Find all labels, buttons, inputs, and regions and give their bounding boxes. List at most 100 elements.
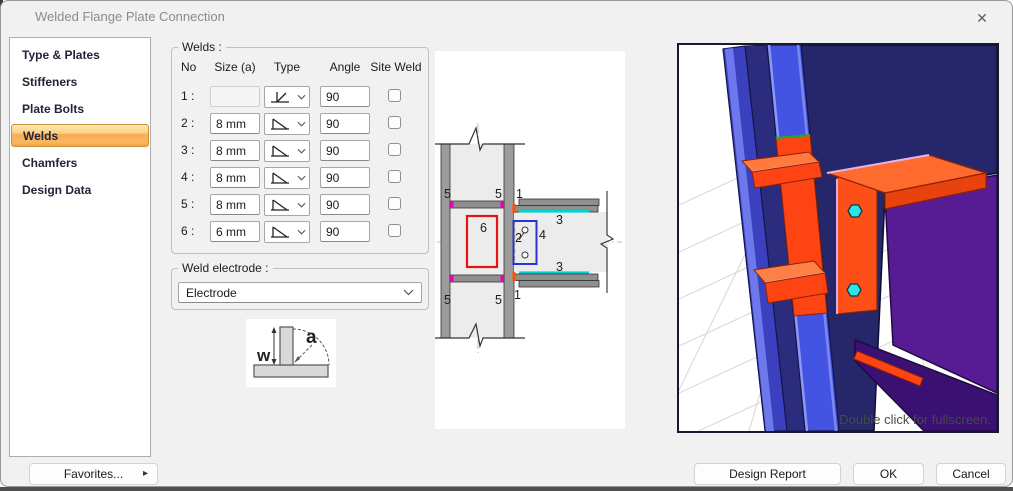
diagram-label: 5 (495, 187, 502, 201)
chevron-down-icon (297, 94, 306, 100)
weld-row-2: 2 : (172, 113, 428, 134)
weld-row-3: 3 : (172, 140, 428, 161)
weld-symbol-figure: w a (246, 319, 336, 387)
weld-electrode-group: Weld electrode : Electrode (171, 268, 429, 310)
connection-diagram-2d: 5 5 1 6 3 2 4 3 5 5 1 (435, 51, 625, 429)
fillet-weld-icon (268, 171, 292, 185)
diagram-label: 5 (444, 187, 451, 201)
sidebar-item-type-plates[interactable]: Type & Plates (10, 41, 150, 68)
double-fillet-weld-icon (268, 90, 292, 104)
model-3d-render (679, 45, 997, 431)
electrode-value: Electrode (186, 286, 237, 300)
size-input[interactable] (210, 221, 260, 242)
diagram-label: 3 (556, 260, 563, 274)
chevron-down-icon (297, 229, 306, 235)
design-report-button[interactable]: Design Report (694, 463, 841, 485)
sidebar-item-welds[interactable]: Welds (11, 124, 149, 147)
welds-group-title: Welds : (178, 40, 226, 54)
bolt-icon (847, 284, 861, 296)
row-label: 2 : (181, 116, 194, 130)
cancel-label: Cancel (952, 467, 989, 481)
diagram-label: 1 (514, 288, 521, 302)
diagram-label: 1 (516, 187, 523, 201)
site-weld-checkbox[interactable] (388, 197, 401, 210)
window-title: Welded Flange Plate Connection (35, 9, 225, 24)
weld-row-6: 6 : (172, 221, 428, 242)
sidebar-item-stiffeners[interactable]: Stiffeners (10, 68, 150, 95)
weld-row-5: 5 : (172, 194, 428, 215)
ok-label: OK (880, 467, 897, 481)
electrode-dropdown[interactable]: Electrode (178, 282, 422, 303)
diagram-label: 2 (515, 231, 522, 245)
background-window-strip (0, 487, 1013, 491)
weld-type-dropdown[interactable] (264, 140, 310, 162)
favorites-label: Favorites... (64, 467, 123, 481)
diagram-label: 4 (539, 228, 546, 242)
cancel-button[interactable]: Cancel (936, 463, 1006, 485)
angle-input[interactable] (320, 140, 370, 161)
angle-input[interactable] (320, 167, 370, 188)
col-size: Size (a) (210, 60, 260, 74)
diagram-label: 5 (495, 293, 502, 307)
row-label: 4 : (181, 170, 194, 184)
size-input[interactable] (210, 167, 260, 188)
row-label: 6 : (181, 224, 194, 238)
weld-type-dropdown[interactable] (264, 221, 310, 243)
diagram-label: 6 (480, 221, 487, 235)
site-weld-checkbox[interactable] (388, 89, 401, 102)
model-3d-view[interactable]: Double click for fullscreen. (677, 43, 999, 433)
sidebar-item-plate-bolts[interactable]: Plate Bolts (10, 95, 150, 122)
screen: Welded Flange Plate Connection ✕ Type & … (0, 0, 1013, 491)
angle-input[interactable] (320, 221, 370, 242)
fillet-weld-icon (268, 198, 292, 212)
site-weld-checkbox[interactable] (388, 224, 401, 237)
col-no: No (181, 60, 196, 74)
fillet-weld-icon (268, 144, 292, 158)
chevron-down-icon (403, 289, 414, 296)
col-type: Type (264, 60, 310, 74)
weld-type-dropdown[interactable] (264, 167, 310, 189)
fillet-weld-icon (268, 117, 292, 131)
site-weld-checkbox[interactable] (388, 143, 401, 156)
ok-button[interactable]: OK (853, 463, 924, 485)
col-angle: Angle (320, 60, 370, 74)
weld-row-4: 4 : (172, 167, 428, 188)
weld-row-1: 1 : (172, 86, 428, 107)
sidebar: Type & Plates Stiffeners Plate Bolts Wel… (9, 37, 151, 457)
weld-type-dropdown[interactable] (264, 194, 310, 216)
flyout-arrow-icon: ▸ (143, 468, 148, 479)
dialog-welded-flange-plate-connection: Welded Flange Plate Connection ✕ Type & … (0, 0, 1013, 487)
angle-input[interactable] (320, 113, 370, 134)
chevron-down-icon (297, 148, 306, 154)
chevron-down-icon (297, 121, 306, 127)
chevron-down-icon (297, 202, 306, 208)
row-label: 1 : (181, 89, 194, 103)
chevron-down-icon (297, 175, 306, 181)
site-weld-checkbox[interactable] (388, 170, 401, 183)
size-input (210, 86, 260, 107)
size-input[interactable] (210, 140, 260, 161)
weld-type-dropdown[interactable] (264, 113, 310, 135)
design-report-label: Design Report (729, 467, 806, 481)
welds-group: Welds : No Size (a) Type Angle Site Weld… (171, 47, 429, 254)
site-weld-checkbox[interactable] (388, 116, 401, 129)
favorites-button[interactable]: Favorites... ▸ (29, 463, 158, 485)
angle-input[interactable] (320, 194, 370, 215)
weld-electrode-group-title: Weld electrode : (178, 261, 273, 275)
col-site-weld: Site Weld (368, 60, 424, 74)
weld-type-dropdown[interactable] (264, 86, 310, 108)
size-input[interactable] (210, 113, 260, 134)
size-input[interactable] (210, 194, 260, 215)
weld-width-label: w (256, 346, 271, 365)
sidebar-item-design-data[interactable]: Design Data (10, 176, 150, 203)
diagram-label: 3 (556, 213, 563, 227)
angle-input[interactable] (320, 86, 370, 107)
sidebar-item-chamfers[interactable]: Chamfers (10, 149, 150, 176)
title-bar: Welded Flange Plate Connection ✕ (1, 1, 1012, 33)
bolt-icon (848, 205, 862, 217)
fullscreen-hint: Double click for fullscreen. (839, 412, 991, 427)
diagram-label: 5 (444, 293, 451, 307)
fillet-weld-icon (268, 225, 292, 239)
close-button[interactable]: ✕ (966, 6, 998, 30)
row-label: 5 : (181, 197, 194, 211)
